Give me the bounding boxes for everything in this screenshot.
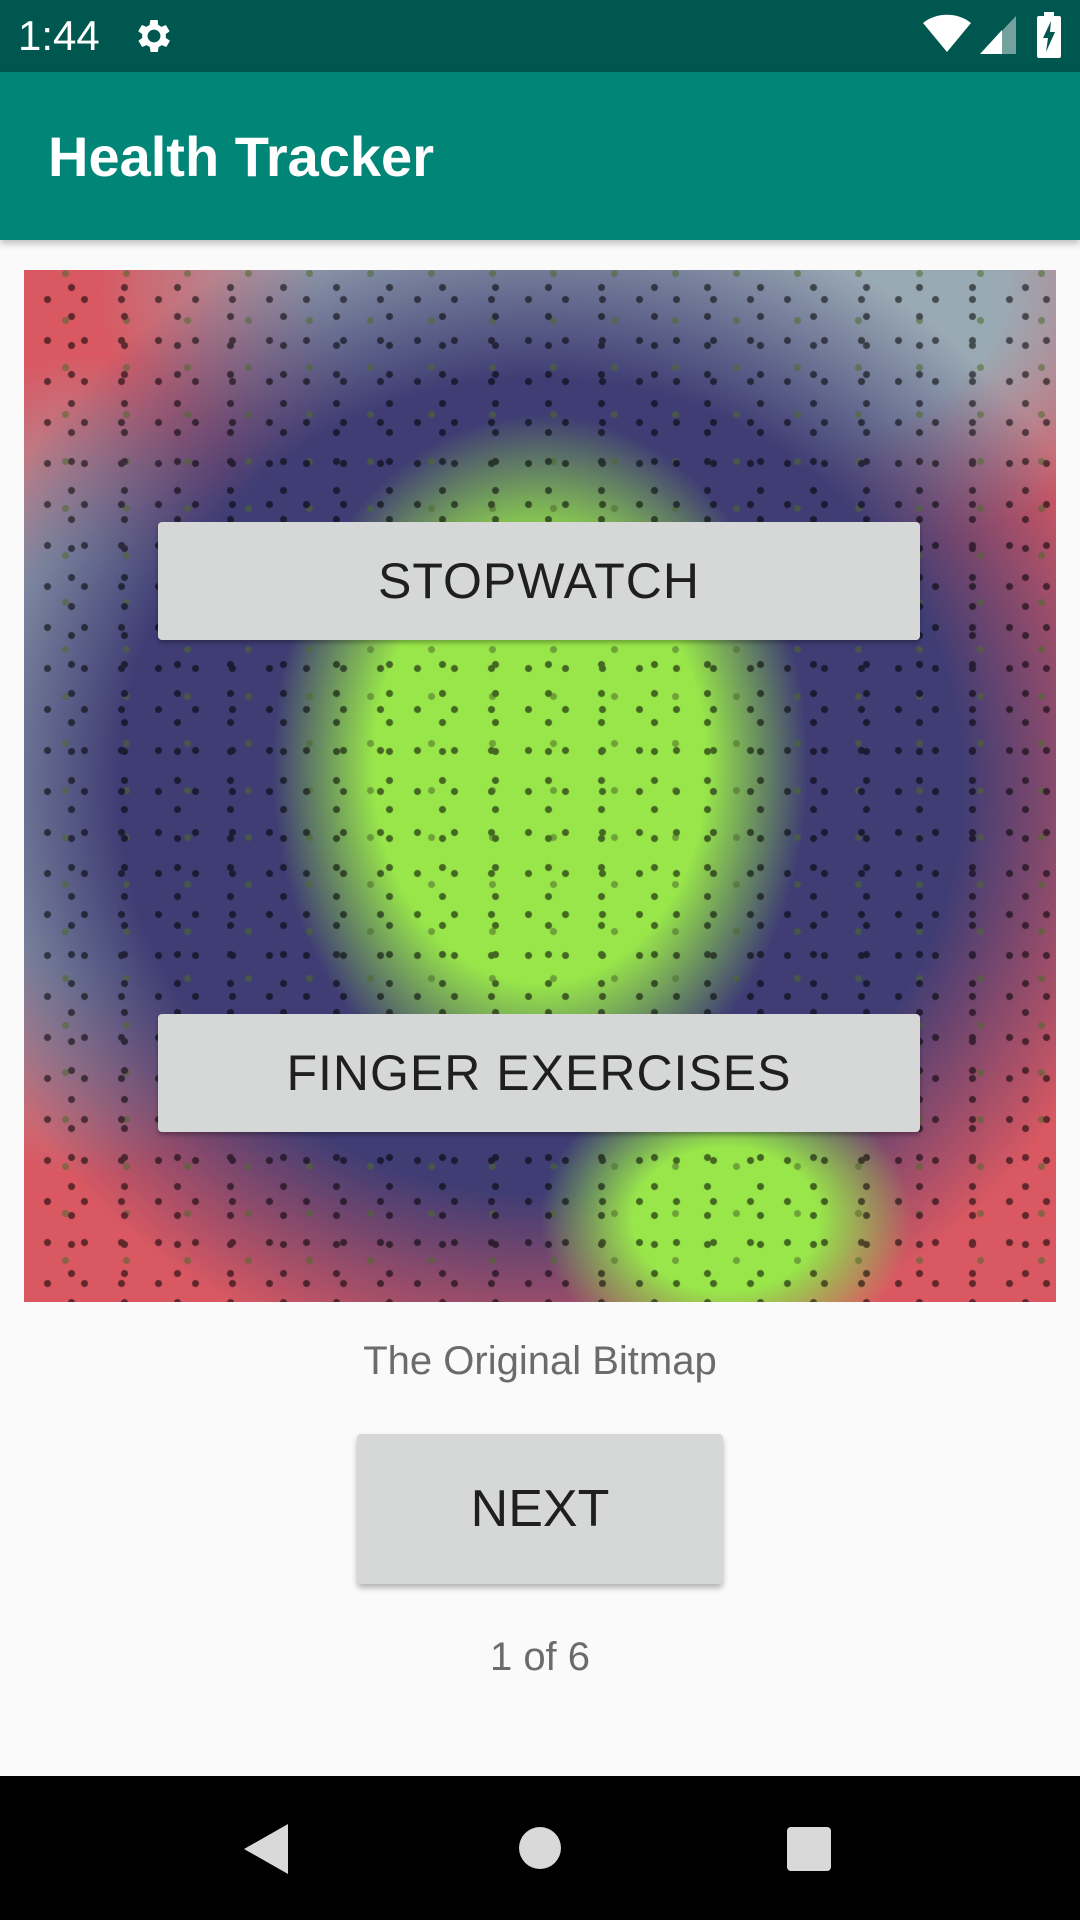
finger-exercises-button[interactable]: FINGER EXERCISES bbox=[158, 1014, 920, 1132]
next-button[interactable]: NEXT bbox=[357, 1434, 723, 1584]
bitmap-noise bbox=[24, 270, 1056, 1302]
status-time: 1:44 bbox=[18, 12, 100, 59]
gear-icon bbox=[138, 20, 170, 52]
app-bar: Health Tracker bbox=[0, 72, 1080, 240]
cell-signal-icon bbox=[980, 16, 1016, 54]
battery-charging-icon bbox=[1037, 12, 1061, 58]
back-icon[interactable] bbox=[242, 1822, 290, 1876]
page-counter: 1 of 6 bbox=[489, 1635, 591, 1679]
app-title: Health Tracker bbox=[48, 125, 434, 188]
wifi-icon bbox=[923, 14, 971, 52]
home-icon[interactable] bbox=[518, 1826, 562, 1870]
status-bar: 1:44 bbox=[0, 0, 1080, 72]
stopwatch-button[interactable]: STOPWATCH bbox=[158, 522, 920, 640]
bitmap-image bbox=[24, 270, 1056, 1302]
bitmap-caption: The Original Bitmap bbox=[363, 1339, 717, 1383]
recents-icon[interactable] bbox=[786, 1826, 832, 1872]
